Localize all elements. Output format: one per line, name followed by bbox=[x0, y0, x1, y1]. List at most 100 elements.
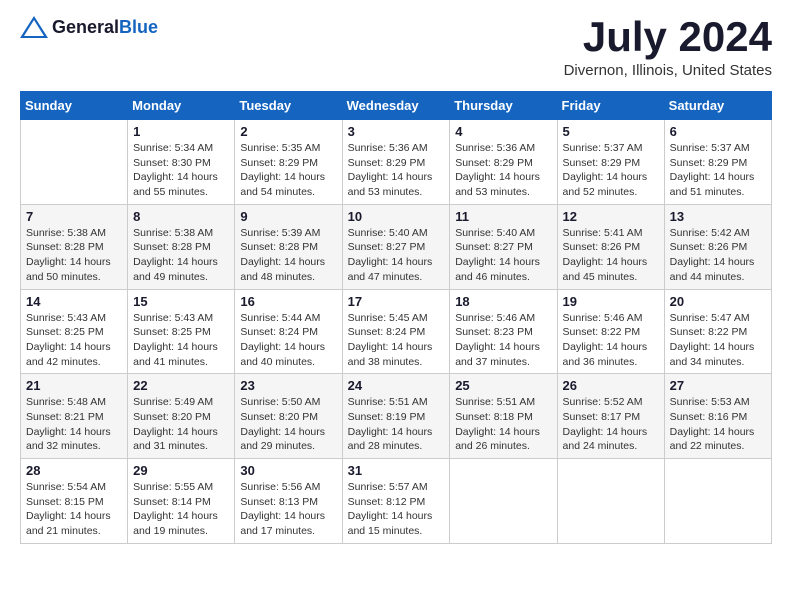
day-info: Sunrise: 5:56 AM Sunset: 8:13 PM Dayligh… bbox=[240, 480, 336, 539]
day-cell: 12 Sunrise: 5:41 AM Sunset: 8:26 PM Dayli… bbox=[557, 204, 664, 289]
day-number: 21 bbox=[26, 378, 122, 393]
day-info: Sunrise: 5:43 AM Sunset: 8:25 PM Dayligh… bbox=[26, 311, 122, 370]
day-info: Sunrise: 5:52 AM Sunset: 8:17 PM Dayligh… bbox=[563, 395, 659, 454]
day-cell: 24 Sunrise: 5:51 AM Sunset: 8:19 PM Dayli… bbox=[342, 374, 450, 459]
day-info: Sunrise: 5:51 AM Sunset: 8:18 PM Dayligh… bbox=[455, 395, 551, 454]
day-cell: 31 Sunrise: 5:57 AM Sunset: 8:12 PM Dayli… bbox=[342, 459, 450, 544]
week-row-4: 21 Sunrise: 5:48 AM Sunset: 8:21 PM Dayli… bbox=[21, 374, 772, 459]
logo-text-general: General bbox=[52, 17, 119, 37]
header-row: SundayMondayTuesdayWednesdayThursdayFrid… bbox=[21, 92, 772, 120]
day-info: Sunrise: 5:57 AM Sunset: 8:12 PM Dayligh… bbox=[348, 480, 445, 539]
day-number: 24 bbox=[348, 378, 445, 393]
day-info: Sunrise: 5:43 AM Sunset: 8:25 PM Dayligh… bbox=[133, 311, 229, 370]
day-cell: 28 Sunrise: 5:54 AM Sunset: 8:15 PM Dayli… bbox=[21, 459, 128, 544]
day-cell bbox=[557, 459, 664, 544]
day-number: 25 bbox=[455, 378, 551, 393]
column-header-saturday: Saturday bbox=[664, 92, 771, 120]
day-cell: 1 Sunrise: 5:34 AM Sunset: 8:30 PM Daylig… bbox=[128, 120, 235, 205]
day-number: 3 bbox=[348, 124, 445, 139]
day-info: Sunrise: 5:42 AM Sunset: 8:26 PM Dayligh… bbox=[670, 226, 766, 285]
day-cell: 26 Sunrise: 5:52 AM Sunset: 8:17 PM Dayli… bbox=[557, 374, 664, 459]
day-info: Sunrise: 5:47 AM Sunset: 8:22 PM Dayligh… bbox=[670, 311, 766, 370]
day-cell bbox=[21, 120, 128, 205]
column-header-tuesday: Tuesday bbox=[235, 92, 342, 120]
day-info: Sunrise: 5:46 AM Sunset: 8:22 PM Dayligh… bbox=[563, 311, 659, 370]
week-row-5: 28 Sunrise: 5:54 AM Sunset: 8:15 PM Dayli… bbox=[21, 459, 772, 544]
day-number: 17 bbox=[348, 294, 445, 309]
column-header-monday: Monday bbox=[128, 92, 235, 120]
day-info: Sunrise: 5:36 AM Sunset: 8:29 PM Dayligh… bbox=[348, 141, 445, 200]
day-cell: 20 Sunrise: 5:47 AM Sunset: 8:22 PM Dayli… bbox=[664, 289, 771, 374]
day-cell: 15 Sunrise: 5:43 AM Sunset: 8:25 PM Dayli… bbox=[128, 289, 235, 374]
day-number: 10 bbox=[348, 209, 445, 224]
day-number: 15 bbox=[133, 294, 229, 309]
day-info: Sunrise: 5:35 AM Sunset: 8:29 PM Dayligh… bbox=[240, 141, 336, 200]
day-number: 27 bbox=[670, 378, 766, 393]
day-info: Sunrise: 5:41 AM Sunset: 8:26 PM Dayligh… bbox=[563, 226, 659, 285]
day-info: Sunrise: 5:40 AM Sunset: 8:27 PM Dayligh… bbox=[348, 226, 445, 285]
day-number: 16 bbox=[240, 294, 336, 309]
day-cell: 19Sunrise: 5:46 AM Sunset: 8:22 PM Dayli… bbox=[557, 289, 664, 374]
title-area: July 2024 Divernon, Illinois, United Sta… bbox=[564, 16, 772, 79]
day-cell: 4 Sunrise: 5:36 AM Sunset: 8:29 PM Daylig… bbox=[450, 120, 557, 205]
day-cell: 6 Sunrise: 5:37 AM Sunset: 8:29 PM Daylig… bbox=[664, 120, 771, 205]
column-header-wednesday: Wednesday bbox=[342, 92, 450, 120]
day-number: 9 bbox=[240, 209, 336, 224]
week-row-3: 14Sunrise: 5:43 AM Sunset: 8:25 PM Dayli… bbox=[21, 289, 772, 374]
day-cell: 30 Sunrise: 5:56 AM Sunset: 8:13 PM Dayli… bbox=[235, 459, 342, 544]
day-info: Sunrise: 5:49 AM Sunset: 8:20 PM Dayligh… bbox=[133, 395, 229, 454]
day-number: 1 bbox=[133, 124, 229, 139]
day-number: 30 bbox=[240, 463, 336, 478]
day-number: 13 bbox=[670, 209, 766, 224]
day-cell: 25 Sunrise: 5:51 AM Sunset: 8:18 PM Dayli… bbox=[450, 374, 557, 459]
logo-text-blue: Blue bbox=[119, 17, 158, 37]
day-number: 18 bbox=[455, 294, 551, 309]
day-cell: 5 Sunrise: 5:37 AM Sunset: 8:29 PM Daylig… bbox=[557, 120, 664, 205]
day-number: 28 bbox=[26, 463, 122, 478]
day-cell: 17 Sunrise: 5:45 AM Sunset: 8:24 PM Dayli… bbox=[342, 289, 450, 374]
week-row-2: 7 Sunrise: 5:38 AM Sunset: 8:28 PM Daylig… bbox=[21, 204, 772, 289]
day-cell bbox=[450, 459, 557, 544]
day-cell: 7 Sunrise: 5:38 AM Sunset: 8:28 PM Daylig… bbox=[21, 204, 128, 289]
day-info: Sunrise: 5:37 AM Sunset: 8:29 PM Dayligh… bbox=[670, 141, 766, 200]
day-number: 4 bbox=[455, 124, 551, 139]
day-cell: 2 Sunrise: 5:35 AM Sunset: 8:29 PM Daylig… bbox=[235, 120, 342, 205]
day-number: 2 bbox=[240, 124, 336, 139]
subtitle: Divernon, Illinois, United States bbox=[564, 62, 772, 79]
day-info: Sunrise: 5:45 AM Sunset: 8:24 PM Dayligh… bbox=[348, 311, 445, 370]
day-info: Sunrise: 5:40 AM Sunset: 8:27 PM Dayligh… bbox=[455, 226, 551, 285]
day-info: Sunrise: 5:38 AM Sunset: 8:28 PM Dayligh… bbox=[133, 226, 229, 285]
day-cell: 8 Sunrise: 5:38 AM Sunset: 8:28 PM Daylig… bbox=[128, 204, 235, 289]
day-number: 7 bbox=[26, 209, 122, 224]
day-number: 31 bbox=[348, 463, 445, 478]
header: GeneralBlue July 2024 Divernon, Illinois… bbox=[20, 16, 772, 79]
day-info: Sunrise: 5:36 AM Sunset: 8:29 PM Dayligh… bbox=[455, 141, 551, 200]
day-cell: 9Sunrise: 5:39 AM Sunset: 8:28 PM Daylig… bbox=[235, 204, 342, 289]
day-info: Sunrise: 5:51 AM Sunset: 8:19 PM Dayligh… bbox=[348, 395, 445, 454]
day-info: Sunrise: 5:44 AM Sunset: 8:24 PM Dayligh… bbox=[240, 311, 336, 370]
day-info: Sunrise: 5:50 AM Sunset: 8:20 PM Dayligh… bbox=[240, 395, 336, 454]
calendar-header: SundayMondayTuesdayWednesdayThursdayFrid… bbox=[21, 92, 772, 120]
calendar-body: 1 Sunrise: 5:34 AM Sunset: 8:30 PM Daylig… bbox=[21, 120, 772, 544]
day-cell bbox=[664, 459, 771, 544]
day-number: 22 bbox=[133, 378, 229, 393]
day-number: 6 bbox=[670, 124, 766, 139]
day-number: 8 bbox=[133, 209, 229, 224]
day-cell: 21 Sunrise: 5:48 AM Sunset: 8:21 PM Dayli… bbox=[21, 374, 128, 459]
day-number: 20 bbox=[670, 294, 766, 309]
day-number: 26 bbox=[563, 378, 659, 393]
day-number: 5 bbox=[563, 124, 659, 139]
calendar: SundayMondayTuesdayWednesdayThursdayFrid… bbox=[20, 91, 772, 544]
day-info: Sunrise: 5:48 AM Sunset: 8:21 PM Dayligh… bbox=[26, 395, 122, 454]
day-info: Sunrise: 5:54 AM Sunset: 8:15 PM Dayligh… bbox=[26, 480, 122, 539]
day-number: 12 bbox=[563, 209, 659, 224]
day-info: Sunrise: 5:38 AM Sunset: 8:28 PM Dayligh… bbox=[26, 226, 122, 285]
day-cell: 10 Sunrise: 5:40 AM Sunset: 8:27 PM Dayli… bbox=[342, 204, 450, 289]
logo-icon bbox=[20, 16, 48, 38]
day-info: Sunrise: 5:37 AM Sunset: 8:29 PM Dayligh… bbox=[563, 141, 659, 200]
day-cell: 18 Sunrise: 5:46 AM Sunset: 8:23 PM Dayli… bbox=[450, 289, 557, 374]
day-info: Sunrise: 5:34 AM Sunset: 8:30 PM Dayligh… bbox=[133, 141, 229, 200]
day-info: Sunrise: 5:46 AM Sunset: 8:23 PM Dayligh… bbox=[455, 311, 551, 370]
day-cell: 3 Sunrise: 5:36 AM Sunset: 8:29 PM Daylig… bbox=[342, 120, 450, 205]
day-cell: 11Sunrise: 5:40 AM Sunset: 8:27 PM Dayli… bbox=[450, 204, 557, 289]
